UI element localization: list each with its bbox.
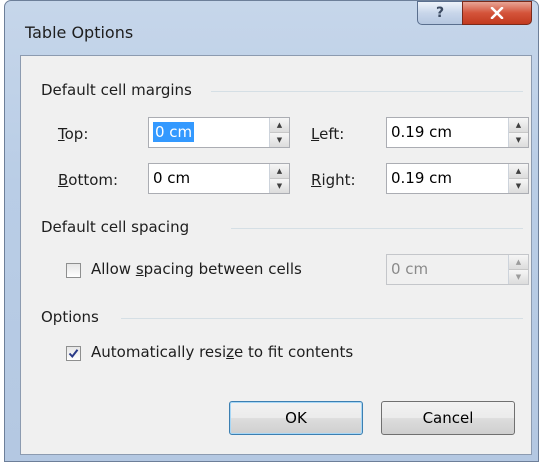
spin-down-icon[interactable]: ▼ — [270, 179, 289, 193]
allow-spacing-checkbox[interactable] — [66, 263, 81, 278]
spacing-group-label: Default cell spacing — [41, 218, 198, 236]
cancel-button[interactable]: Cancel — [381, 401, 515, 435]
spin-down-icon[interactable]: ▼ — [509, 133, 528, 147]
allow-spacing-label[interactable]: Allow spacing between cells — [91, 260, 302, 278]
dialog-window: Table Options ? Default cell margins Top… — [4, 0, 539, 462]
spin-down-icon[interactable]: ▼ — [270, 133, 289, 147]
right-margin-input[interactable]: 0.19 cm — [387, 164, 508, 193]
left-margin-input[interactable]: 0.19 cm — [387, 118, 508, 147]
title-bar[interactable]: Table Options ? — [5, 1, 538, 45]
dialog-title: Table Options — [25, 23, 134, 42]
checkmark-icon — [68, 349, 79, 359]
bottom-margin-input[interactable]: 0 cm — [149, 164, 269, 193]
top-label: Top: — [58, 125, 89, 143]
top-margin-input[interactable]: 0 cm — [149, 118, 269, 147]
close-icon — [490, 7, 504, 19]
spin-down-icon: ▼ — [509, 270, 528, 284]
bottom-label: Bottom: — [58, 171, 119, 189]
group-divider — [211, 91, 523, 92]
spin-up-icon[interactable]: ▲ — [509, 118, 528, 133]
group-divider — [121, 318, 523, 319]
dialog-body: Default cell margins Top: 0 cm ▲ ▼ Left: … — [20, 55, 532, 455]
group-divider — [231, 228, 523, 229]
help-icon: ? — [435, 5, 445, 21]
bottom-margin-spinner[interactable]: 0 cm ▲ ▼ — [148, 163, 290, 194]
help-button[interactable]: ? — [417, 1, 463, 25]
left-label: Left: — [311, 125, 345, 143]
autoresize-label[interactable]: Automatically resize to fit contents — [91, 343, 353, 361]
margins-group-label: Default cell margins — [41, 81, 200, 99]
left-margin-spinner[interactable]: 0.19 cm ▲ ▼ — [386, 117, 529, 148]
options-group-label: Options — [41, 308, 107, 326]
spin-up-icon[interactable]: ▲ — [270, 118, 289, 133]
spin-up-icon[interactable]: ▲ — [270, 164, 289, 179]
spacing-spinner: 0 cm ▲ ▼ — [386, 254, 529, 285]
spin-up-icon: ▲ — [509, 255, 528, 270]
autoresize-checkbox[interactable] — [66, 346, 81, 361]
ok-button[interactable]: OK — [229, 401, 363, 435]
close-button[interactable] — [462, 1, 532, 25]
spin-up-icon[interactable]: ▲ — [509, 164, 528, 179]
spin-down-icon[interactable]: ▼ — [509, 179, 528, 193]
right-margin-spinner[interactable]: 0.19 cm ▲ ▼ — [386, 163, 529, 194]
spacing-input: 0 cm — [391, 260, 429, 278]
top-margin-spinner[interactable]: 0 cm ▲ ▼ — [148, 117, 290, 148]
right-label: Right: — [311, 171, 356, 189]
